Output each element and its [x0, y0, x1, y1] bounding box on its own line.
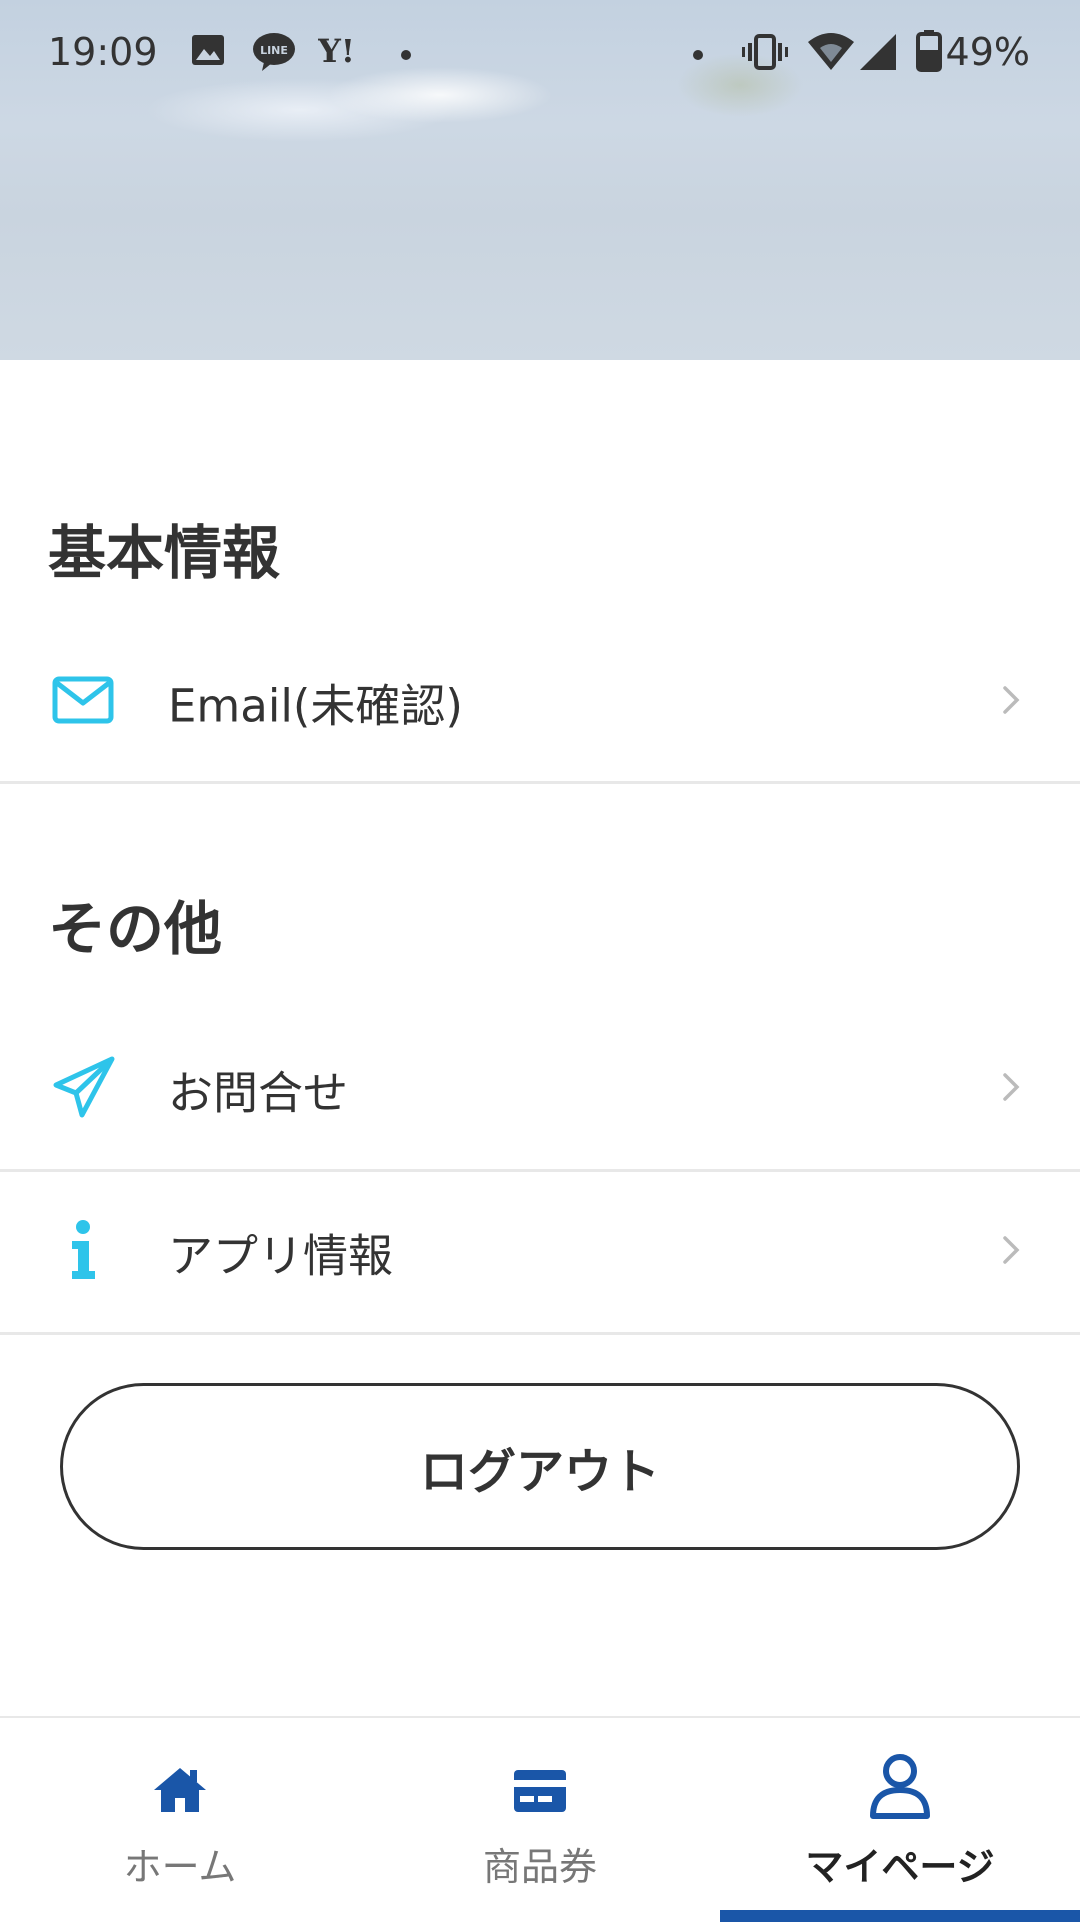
- info-icon: [68, 1219, 98, 1285]
- image-icon: [190, 32, 226, 72]
- vibrate-icon: [742, 34, 788, 74]
- status-time: 19:09: [48, 30, 158, 74]
- battery-percentage: 49%: [945, 30, 1030, 74]
- logout-button[interactable]: ログアウト: [60, 1383, 1020, 1550]
- signal-icon: [858, 32, 898, 76]
- chevron-right-icon: [1002, 1235, 1020, 1269]
- dot-icon: [400, 46, 412, 65]
- line-icon: LINE: [252, 32, 296, 76]
- voucher-card-icon: [512, 1768, 568, 1818]
- dot-icon: [692, 46, 704, 65]
- battery-icon: [916, 30, 942, 76]
- nav-item-label: マイページ: [805, 1845, 995, 1889]
- list-item-email[interactable]: Email(未確認): [0, 622, 1080, 784]
- list-item-label: Email(未確認): [168, 679, 463, 732]
- nav-item-label: 商品券: [482, 1845, 597, 1889]
- list-item-contact[interactable]: お問合せ: [0, 1008, 1080, 1172]
- nav-item-voucher[interactable]: 商品券: [360, 1718, 720, 1922]
- home-icon: [152, 1766, 208, 1818]
- nav-item-mypage[interactable]: マイページ: [720, 1718, 1080, 1922]
- paper-plane-icon: [52, 1055, 116, 1123]
- mail-icon: [52, 676, 114, 728]
- user-icon: [869, 1754, 931, 1824]
- chevron-right-icon: [1002, 685, 1020, 719]
- nav-item-home[interactable]: ホーム: [0, 1718, 360, 1922]
- status-bar: 19:09 LINE Y! 49%: [0, 0, 1080, 108]
- list-item-app-info[interactable]: アプリ情報: [0, 1172, 1080, 1335]
- nav-item-label: ホーム: [123, 1845, 237, 1889]
- active-tab-indicator: [720, 1910, 1080, 1922]
- list-item-label: アプリ情報: [168, 1229, 394, 1283]
- bottom-navigation: ホーム 商品券 マイページ: [0, 1716, 1080, 1922]
- wifi-icon: [808, 32, 854, 76]
- chevron-right-icon: [1002, 1072, 1020, 1106]
- list-item-label: お問合せ: [168, 1066, 349, 1119]
- section-title-other: その他: [48, 895, 223, 963]
- svg-text:LINE: LINE: [260, 44, 288, 57]
- svg-text:Y!: Y!: [318, 32, 355, 70]
- yahoo-icon: Y!: [317, 30, 366, 74]
- section-title-basic-info: 基本情報: [48, 519, 281, 587]
